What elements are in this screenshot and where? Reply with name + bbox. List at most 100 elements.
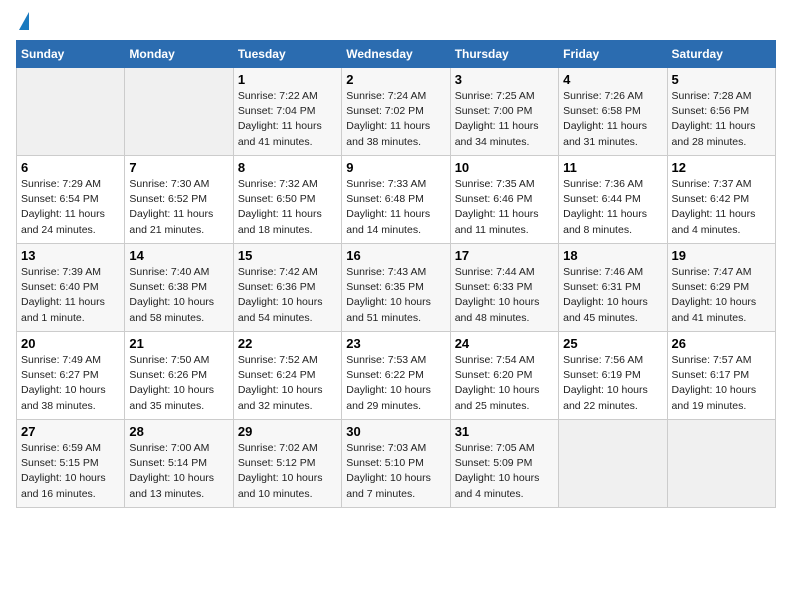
calendar-cell: 8 Sunrise: 7:32 AM Sunset: 6:50 PM Daylig… — [233, 156, 341, 244]
day-number: 20 — [21, 336, 120, 351]
calendar-cell: 3 Sunrise: 7:25 AM Sunset: 7:00 PM Daylig… — [450, 68, 558, 156]
day-number: 18 — [563, 248, 662, 263]
calendar-cell — [559, 420, 667, 508]
calendar-cell: 6 Sunrise: 7:29 AM Sunset: 6:54 PM Daylig… — [17, 156, 125, 244]
day-number: 9 — [346, 160, 445, 175]
day-number: 23 — [346, 336, 445, 351]
day-number: 3 — [455, 72, 554, 87]
day-number: 2 — [346, 72, 445, 87]
day-number: 25 — [563, 336, 662, 351]
day-info: Sunrise: 7:40 AM Sunset: 6:38 PM Dayligh… — [129, 265, 228, 326]
day-number: 6 — [21, 160, 120, 175]
day-number: 12 — [672, 160, 771, 175]
day-number: 10 — [455, 160, 554, 175]
day-info: Sunrise: 7:00 AM Sunset: 5:14 PM Dayligh… — [129, 441, 228, 502]
day-info: Sunrise: 7:32 AM Sunset: 6:50 PM Dayligh… — [238, 177, 337, 238]
day-info: Sunrise: 7:44 AM Sunset: 6:33 PM Dayligh… — [455, 265, 554, 326]
day-info: Sunrise: 7:26 AM Sunset: 6:58 PM Dayligh… — [563, 89, 662, 150]
day-info: Sunrise: 7:35 AM Sunset: 6:46 PM Dayligh… — [455, 177, 554, 238]
calendar-cell — [125, 68, 233, 156]
day-info: Sunrise: 7:47 AM Sunset: 6:29 PM Dayligh… — [672, 265, 771, 326]
weekday-header: Thursday — [450, 41, 558, 68]
weekday-header: Saturday — [667, 41, 775, 68]
day-number: 13 — [21, 248, 120, 263]
day-number: 24 — [455, 336, 554, 351]
day-info: Sunrise: 7:39 AM Sunset: 6:40 PM Dayligh… — [21, 265, 120, 326]
page-header — [16, 16, 776, 30]
weekday-header: Sunday — [17, 41, 125, 68]
day-info: Sunrise: 7:37 AM Sunset: 6:42 PM Dayligh… — [672, 177, 771, 238]
day-number: 26 — [672, 336, 771, 351]
calendar-cell: 30 Sunrise: 7:03 AM Sunset: 5:10 PM Dayli… — [342, 420, 450, 508]
day-number: 28 — [129, 424, 228, 439]
calendar-week-row: 1 Sunrise: 7:22 AM Sunset: 7:04 PM Daylig… — [17, 68, 776, 156]
day-number: 7 — [129, 160, 228, 175]
day-info: Sunrise: 7:25 AM Sunset: 7:00 PM Dayligh… — [455, 89, 554, 150]
day-info: Sunrise: 7:56 AM Sunset: 6:19 PM Dayligh… — [563, 353, 662, 414]
day-info: Sunrise: 7:28 AM Sunset: 6:56 PM Dayligh… — [672, 89, 771, 150]
day-number: 14 — [129, 248, 228, 263]
calendar-cell: 4 Sunrise: 7:26 AM Sunset: 6:58 PM Daylig… — [559, 68, 667, 156]
calendar-cell: 29Sunrise: 7:02 AM Sunset: 5:12 PM Dayli… — [233, 420, 341, 508]
weekday-header-row: SundayMondayTuesdayWednesdayThursdayFrid… — [17, 41, 776, 68]
day-info: Sunrise: 7:03 AM Sunset: 5:10 PM Dayligh… — [346, 441, 445, 502]
day-info: Sunrise: 7:49 AM Sunset: 6:27 PM Dayligh… — [21, 353, 120, 414]
day-number: 16 — [346, 248, 445, 263]
day-number: 5 — [672, 72, 771, 87]
day-number: 15 — [238, 248, 337, 263]
calendar-cell: 27 Sunrise: 6:59 AM Sunset: 5:15 PM Dayli… — [17, 420, 125, 508]
calendar-cell: 31 Sunrise: 7:05 AM Sunset: 5:09 PM Dayli… — [450, 420, 558, 508]
day-info: Sunrise: 7:29 AM Sunset: 6:54 PM Dayligh… — [21, 177, 120, 238]
weekday-header: Monday — [125, 41, 233, 68]
calendar-cell: 20 Sunrise: 7:49 AM Sunset: 6:27 PM Dayli… — [17, 332, 125, 420]
weekday-header: Wednesday — [342, 41, 450, 68]
day-number: 19 — [672, 248, 771, 263]
day-number: 31 — [455, 424, 554, 439]
calendar-table: SundayMondayTuesdayWednesdayThursdayFrid… — [16, 40, 776, 508]
calendar-cell: 10 Sunrise: 7:35 AM Sunset: 6:46 PM Dayli… — [450, 156, 558, 244]
calendar-week-row: 6 Sunrise: 7:29 AM Sunset: 6:54 PM Daylig… — [17, 156, 776, 244]
day-info: Sunrise: 7:43 AM Sunset: 6:35 PM Dayligh… — [346, 265, 445, 326]
day-number: 27 — [21, 424, 120, 439]
weekday-header: Friday — [559, 41, 667, 68]
calendar-cell: 28 Sunrise: 7:00 AM Sunset: 5:14 PM Dayli… — [125, 420, 233, 508]
day-number: 21 — [129, 336, 228, 351]
day-info: Sunrise: 7:54 AM Sunset: 6:20 PM Dayligh… — [455, 353, 554, 414]
day-number: 1 — [238, 72, 337, 87]
calendar-cell: 16 Sunrise: 7:43 AM Sunset: 6:35 PM Dayli… — [342, 244, 450, 332]
calendar-cell: 21 Sunrise: 7:50 AM Sunset: 6:26 PM Dayli… — [125, 332, 233, 420]
calendar-cell: 26 Sunrise: 7:57 AM Sunset: 6:17 PM Dayli… — [667, 332, 775, 420]
calendar-week-row: 27 Sunrise: 6:59 AM Sunset: 5:15 PM Dayli… — [17, 420, 776, 508]
day-info: Sunrise: 7:52 AM Sunset: 6:24 PM Dayligh… — [238, 353, 337, 414]
day-number: 8 — [238, 160, 337, 175]
calendar-cell — [17, 68, 125, 156]
day-number: 22 — [238, 336, 337, 351]
calendar-cell: 14 Sunrise: 7:40 AM Sunset: 6:38 PM Dayli… — [125, 244, 233, 332]
calendar-cell: 18Sunrise: 7:46 AM Sunset: 6:31 PM Dayli… — [559, 244, 667, 332]
day-number: 29 — [238, 424, 337, 439]
day-info: Sunrise: 7:22 AM Sunset: 7:04 PM Dayligh… — [238, 89, 337, 150]
logo-triangle-icon — [19, 12, 29, 30]
calendar-cell: 2Sunrise: 7:24 AM Sunset: 7:02 PM Daylig… — [342, 68, 450, 156]
day-number: 30 — [346, 424, 445, 439]
day-info: Sunrise: 7:57 AM Sunset: 6:17 PM Dayligh… — [672, 353, 771, 414]
calendar-cell: 25 Sunrise: 7:56 AM Sunset: 6:19 PM Dayli… — [559, 332, 667, 420]
calendar-cell: 24 Sunrise: 7:54 AM Sunset: 6:20 PM Dayli… — [450, 332, 558, 420]
day-info: Sunrise: 7:53 AM Sunset: 6:22 PM Dayligh… — [346, 353, 445, 414]
calendar-cell: 15 Sunrise: 7:42 AM Sunset: 6:36 PM Dayli… — [233, 244, 341, 332]
day-info: Sunrise: 7:42 AM Sunset: 6:36 PM Dayligh… — [238, 265, 337, 326]
day-info: Sunrise: 7:33 AM Sunset: 6:48 PM Dayligh… — [346, 177, 445, 238]
day-info: Sunrise: 6:59 AM Sunset: 5:15 PM Dayligh… — [21, 441, 120, 502]
calendar-cell — [667, 420, 775, 508]
calendar-week-row: 20 Sunrise: 7:49 AM Sunset: 6:27 PM Dayli… — [17, 332, 776, 420]
calendar-cell: 12 Sunrise: 7:37 AM Sunset: 6:42 PM Dayli… — [667, 156, 775, 244]
day-info: Sunrise: 7:05 AM Sunset: 5:09 PM Dayligh… — [455, 441, 554, 502]
calendar-cell: 7Sunrise: 7:30 AM Sunset: 6:52 PM Daylig… — [125, 156, 233, 244]
day-number: 4 — [563, 72, 662, 87]
calendar-cell: 13 Sunrise: 7:39 AM Sunset: 6:40 PM Dayli… — [17, 244, 125, 332]
calendar-cell: 1 Sunrise: 7:22 AM Sunset: 7:04 PM Daylig… — [233, 68, 341, 156]
day-info: Sunrise: 7:50 AM Sunset: 6:26 PM Dayligh… — [129, 353, 228, 414]
calendar-cell: 17Sunrise: 7:44 AM Sunset: 6:33 PM Dayli… — [450, 244, 558, 332]
logo — [16, 16, 29, 30]
weekday-header: Tuesday — [233, 41, 341, 68]
